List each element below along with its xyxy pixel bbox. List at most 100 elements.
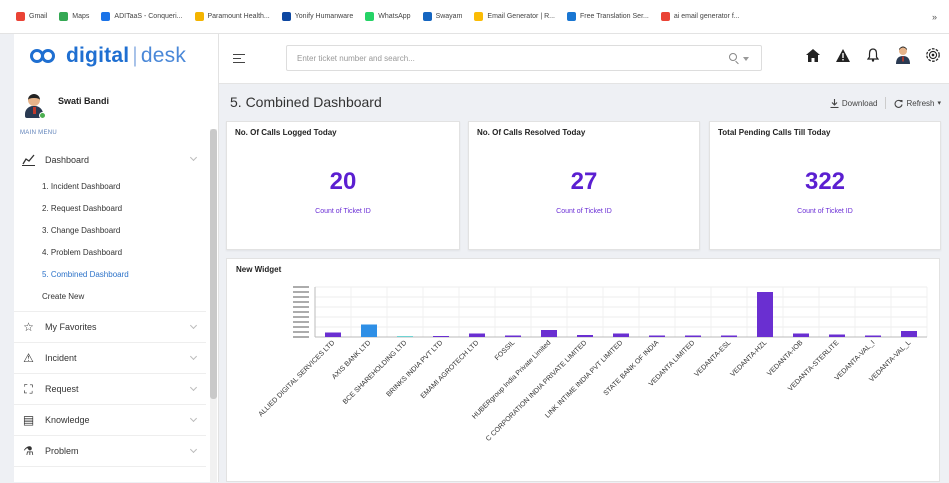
divider (885, 97, 887, 109)
sidebar-item-incident[interactable]: ⚠ Incident (14, 343, 206, 374)
bookmark-item[interactable]: Email Generator | R... (474, 12, 555, 21)
chart-bar[interactable] (721, 335, 737, 338)
x-tick-label: VEDANTA-IOB (766, 339, 804, 377)
home-icon[interactable] (805, 47, 821, 63)
sidebar-item-problem[interactable]: ⚗ Problem (14, 436, 206, 467)
chevron-down-icon (189, 383, 198, 392)
download-button[interactable]: Download (830, 98, 877, 108)
bookmarks-overflow-button[interactable]: » (932, 12, 937, 22)
bookmark-label: Email Generator | R... (487, 13, 555, 20)
bell-icon[interactable] (865, 47, 881, 63)
bookmark-label: Paramount Health... (207, 13, 270, 20)
bookmark-favicon-icon (365, 12, 375, 21)
chart-bar[interactable] (649, 335, 665, 338)
bookmark-label: Maps (72, 13, 90, 20)
card-caption: Count of Ticket ID (556, 208, 612, 215)
bookmark-item[interactable]: Yonify Humanware (281, 12, 353, 21)
page-title: 5. Combined Dashboard (230, 94, 382, 110)
main-menu-label: MAIN MENU (20, 130, 58, 136)
brand-suffix: desk (140, 44, 187, 67)
warning-icon: ⚠ (23, 351, 34, 365)
dashboard-submenu: 1. Incident Dashboard 2. Request Dashboar… (14, 175, 206, 312)
chart-icon (22, 153, 35, 166)
bookmark-item[interactable]: WhatsApp (365, 12, 411, 21)
chart-bar[interactable] (397, 336, 413, 337)
refresh-button[interactable]: Refresh ▾ (894, 99, 941, 108)
card-value: 20 (329, 168, 357, 195)
sidebar-item-label: Request (45, 384, 79, 394)
card-title: Total Pending Calls Till Today (718, 128, 831, 137)
submenu-item[interactable]: 5. Combined Dashboard (42, 263, 206, 285)
user-name: Swati Bandi (58, 96, 110, 106)
sidebar-scroll-thumb[interactable] (210, 129, 217, 399)
chart-bar[interactable] (865, 335, 881, 338)
card-title: No. Of Calls Resolved Today (477, 128, 586, 137)
kpi-card-resolved[interactable]: No. Of Calls Resolved Today 27 Count of … (468, 121, 700, 250)
submenu-item[interactable]: 3. Change Dashboard (42, 219, 206, 241)
chart-bar[interactable] (541, 330, 557, 337)
card-title: No. Of Calls Logged Today (235, 128, 337, 137)
submenu-item[interactable]: 2. Request Dashboard (42, 197, 206, 219)
sidebar-item-request[interactable]: ⛶ Request (14, 374, 206, 405)
sidebar-item-label: Knowledge (45, 415, 90, 425)
kpi-card-logged[interactable]: No. Of Calls Logged Today 20 Count of Ti… (226, 121, 460, 250)
sidebar-item-dashboard[interactable]: Dashboard (14, 144, 206, 175)
sidebar-nav: Dashboard 1. Incident Dashboard 2. Reques… (14, 144, 206, 467)
kpi-card-pending[interactable]: Total Pending Calls Till Today 322 Count… (709, 121, 941, 250)
x-tick-label: FOSSIL (494, 339, 517, 362)
refresh-icon (894, 99, 904, 108)
sidebar: digital | desk Swati Bandi MAIN MENU Dashb… (14, 34, 219, 482)
submenu-item[interactable]: 1. Incident Dashboard (42, 175, 206, 197)
chart-bar[interactable] (613, 333, 629, 338)
bookmark-label: ai email generator f... (673, 13, 740, 20)
bookmark-item[interactable]: Maps (59, 12, 89, 21)
bookmark-item[interactable]: Paramount Health... (194, 12, 270, 21)
bookmark-label: Swayam (435, 13, 463, 20)
bookmark-label: Free Translation Ser... (579, 13, 649, 20)
chart-bar[interactable] (505, 335, 521, 338)
gear-icon[interactable] (925, 47, 941, 63)
bookmark-favicon-icon (59, 12, 69, 21)
search-input[interactable] (287, 46, 687, 70)
chevron-down-icon (189, 321, 198, 330)
user-profile[interactable]: Swati Bandi (24, 94, 110, 119)
knowledge-icon: ▤ (22, 413, 35, 427)
x-tick-label: LINK INTIME INDIA PVT LIMITED (544, 339, 624, 419)
bookmark-item[interactable]: Swayam (422, 12, 463, 21)
chart-bar[interactable] (685, 335, 701, 338)
bookmark-item[interactable]: Gmail (16, 12, 47, 21)
bookmark-item[interactable]: Free Translation Ser... (566, 12, 649, 21)
card-value: 322 (804, 168, 846, 195)
chevron-down-icon (189, 445, 198, 454)
submenu-item[interactable]: 4. Problem Dashboard (42, 241, 206, 263)
chart-bar[interactable] (577, 335, 593, 337)
bookmark-item[interactable]: ai email generator f... (660, 12, 740, 21)
chart-bar[interactable] (901, 331, 917, 337)
sidebar-item-my-favorites[interactable]: ☆ My Favorites (14, 312, 206, 343)
chart-bar[interactable] (829, 334, 845, 338)
bookmark-item[interactable]: ADITaaS - Conqueri... (101, 12, 183, 21)
user-avatar-icon[interactable] (895, 46, 911, 64)
submenu-item[interactable]: Create New (42, 285, 206, 307)
bookmark-favicon-icon (194, 12, 204, 21)
chart-bar[interactable] (757, 292, 773, 337)
bookmarks-bar: Gmail Maps ADITaaS - Conqueri... Paramount … (0, 0, 949, 34)
x-tick-label: ALLIED DIGITAL SERVICES LTD (258, 339, 337, 418)
chart-bar[interactable] (361, 324, 377, 338)
alert-icon[interactable] (835, 47, 851, 63)
chart-bar[interactable] (433, 336, 449, 337)
caret-down-icon[interactable] (743, 57, 749, 61)
chart-bar[interactable] (793, 333, 809, 338)
card-caption: Count of Ticket ID (315, 208, 371, 215)
sidebar-item-knowledge[interactable]: ▤ Knowledge (14, 405, 206, 436)
x-tick-label: BCE SHAREHOLDING LTD (342, 339, 408, 405)
bookmark-label: ADITaaS - Conqueri... (114, 13, 183, 20)
chevron-down-icon (189, 414, 198, 423)
sidebar-item-label: Dashboard (45, 154, 90, 165)
online-status-icon (39, 112, 46, 119)
menu-toggle-icon[interactable] (233, 54, 245, 66)
chart-bar[interactable] (325, 332, 341, 338)
search-icon[interactable] (729, 53, 737, 61)
chart-bar[interactable] (469, 333, 485, 338)
brand-logo[interactable]: digital | desk (30, 44, 186, 68)
